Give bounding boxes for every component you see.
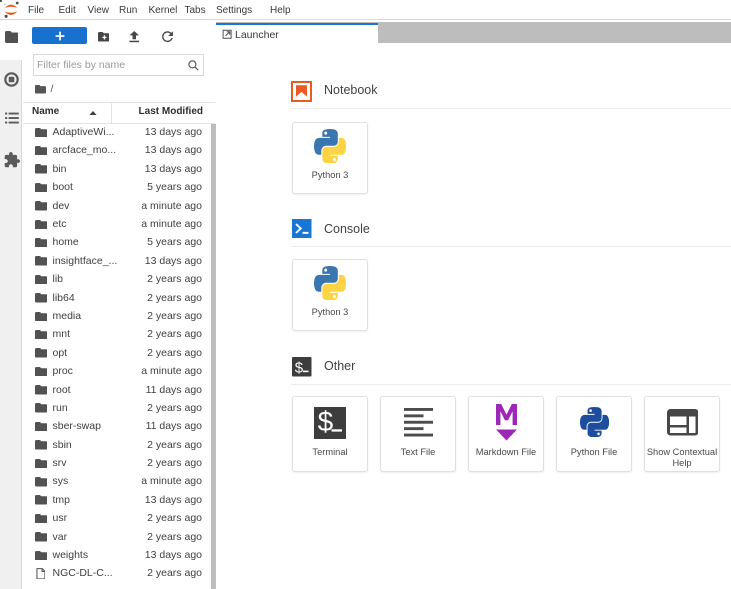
svg-text:$: $: [318, 407, 334, 437]
svg-text:$: $: [295, 359, 304, 376]
